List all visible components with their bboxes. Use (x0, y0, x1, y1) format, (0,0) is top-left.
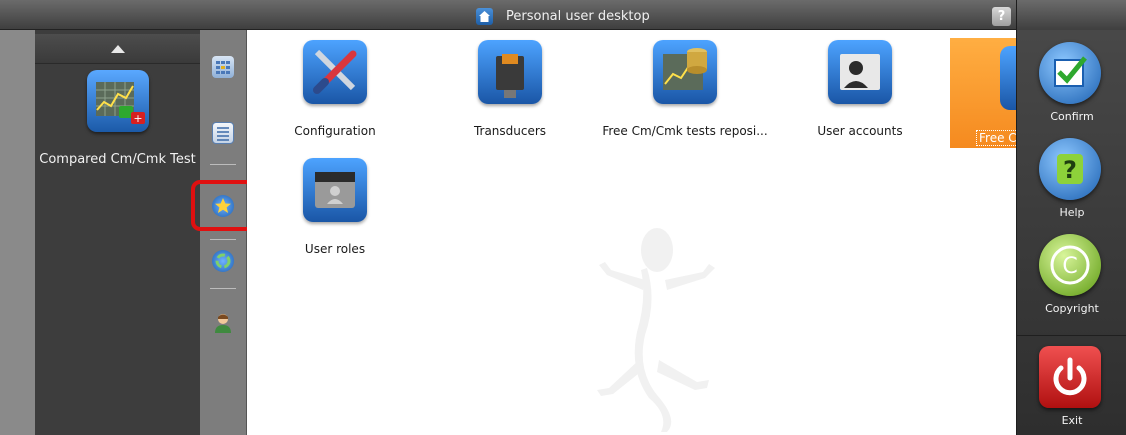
tool-separator (210, 164, 236, 165)
tile-label: User roles (304, 242, 366, 256)
exit-label: Exit (1061, 414, 1083, 427)
action-panel: Confirm ? Help C Copyright Exit (1016, 0, 1126, 435)
favorites-panel: + Compared Cm/Cmk Test (35, 30, 200, 435)
question-icon: ? (1039, 138, 1101, 200)
help-label: Help (1059, 206, 1085, 219)
tile-label: User accounts (817, 124, 903, 138)
tile-free-c-selected[interactable]: Free C (950, 38, 1016, 148)
confirm-button[interactable]: Confirm (1017, 42, 1126, 132)
copyright-icon: C (1039, 234, 1101, 296)
compared-cm-cmk-icon[interactable]: + (87, 70, 149, 132)
tile-label: Configuration (294, 124, 376, 138)
chevron-up-icon (110, 44, 125, 53)
tile-free-cm-cmk-repository[interactable]: Free Cm/Cmk tests reposi... (597, 30, 768, 150)
gecko-watermark (597, 228, 715, 432)
exit-separator (1017, 335, 1126, 336)
help-button[interactable]: ? Help (1017, 138, 1126, 228)
exit-button[interactable]: Exit (1017, 346, 1126, 435)
list-icon[interactable] (212, 122, 234, 144)
tools-icon (303, 40, 367, 104)
calendar-grid-icon[interactable] (212, 56, 234, 78)
tile-user-roles[interactable]: User roles (247, 148, 407, 268)
tile-label: Transducers (473, 124, 547, 138)
chart-icon (1000, 46, 1016, 110)
confirm-label: Confirm (1050, 110, 1094, 123)
home-icon[interactable] (476, 8, 493, 25)
copyright-label: Copyright (1045, 302, 1099, 315)
window-title: Personal user desktop (506, 9, 650, 24)
tile-configuration[interactable]: Configuration (247, 30, 407, 150)
user-accounts-icon (828, 40, 892, 104)
desktop-area: Configuration Transducers Free Cm/Cmk te… (247, 30, 1016, 435)
title-bar: Personal user desktop ? (0, 0, 1016, 30)
favorite-item-label[interactable]: Compared Cm/Cmk Test (35, 152, 200, 167)
svg-text:+: + (133, 112, 142, 125)
power-icon (1039, 346, 1101, 408)
chart-database-icon (653, 40, 717, 104)
highlight-box (191, 180, 255, 231)
copyright-button[interactable]: C Copyright (1017, 234, 1126, 324)
tool-separator (210, 288, 236, 289)
help-icon[interactable]: ? (992, 7, 1011, 26)
tool-column (200, 30, 247, 435)
checkmark-icon (1039, 42, 1101, 104)
tile-label: Free Cm/Cmk tests reposi... (602, 124, 768, 138)
tile-transducers[interactable]: Transducers (422, 30, 582, 150)
action-panel-header (1017, 0, 1126, 30)
svg-text:C: C (1062, 254, 1077, 279)
svg-text:?: ? (1063, 156, 1077, 184)
transducer-icon (478, 40, 542, 104)
tile-user-accounts[interactable]: User accounts (772, 30, 932, 150)
tool-separator (210, 239, 236, 240)
user-icon[interactable] (212, 312, 234, 334)
outer-left-strip (0, 30, 35, 435)
recycle-icon[interactable] (212, 250, 234, 272)
tile-label: Free C (976, 130, 1016, 146)
scroll-up-button[interactable] (35, 34, 200, 64)
user-roles-icon (303, 158, 367, 222)
